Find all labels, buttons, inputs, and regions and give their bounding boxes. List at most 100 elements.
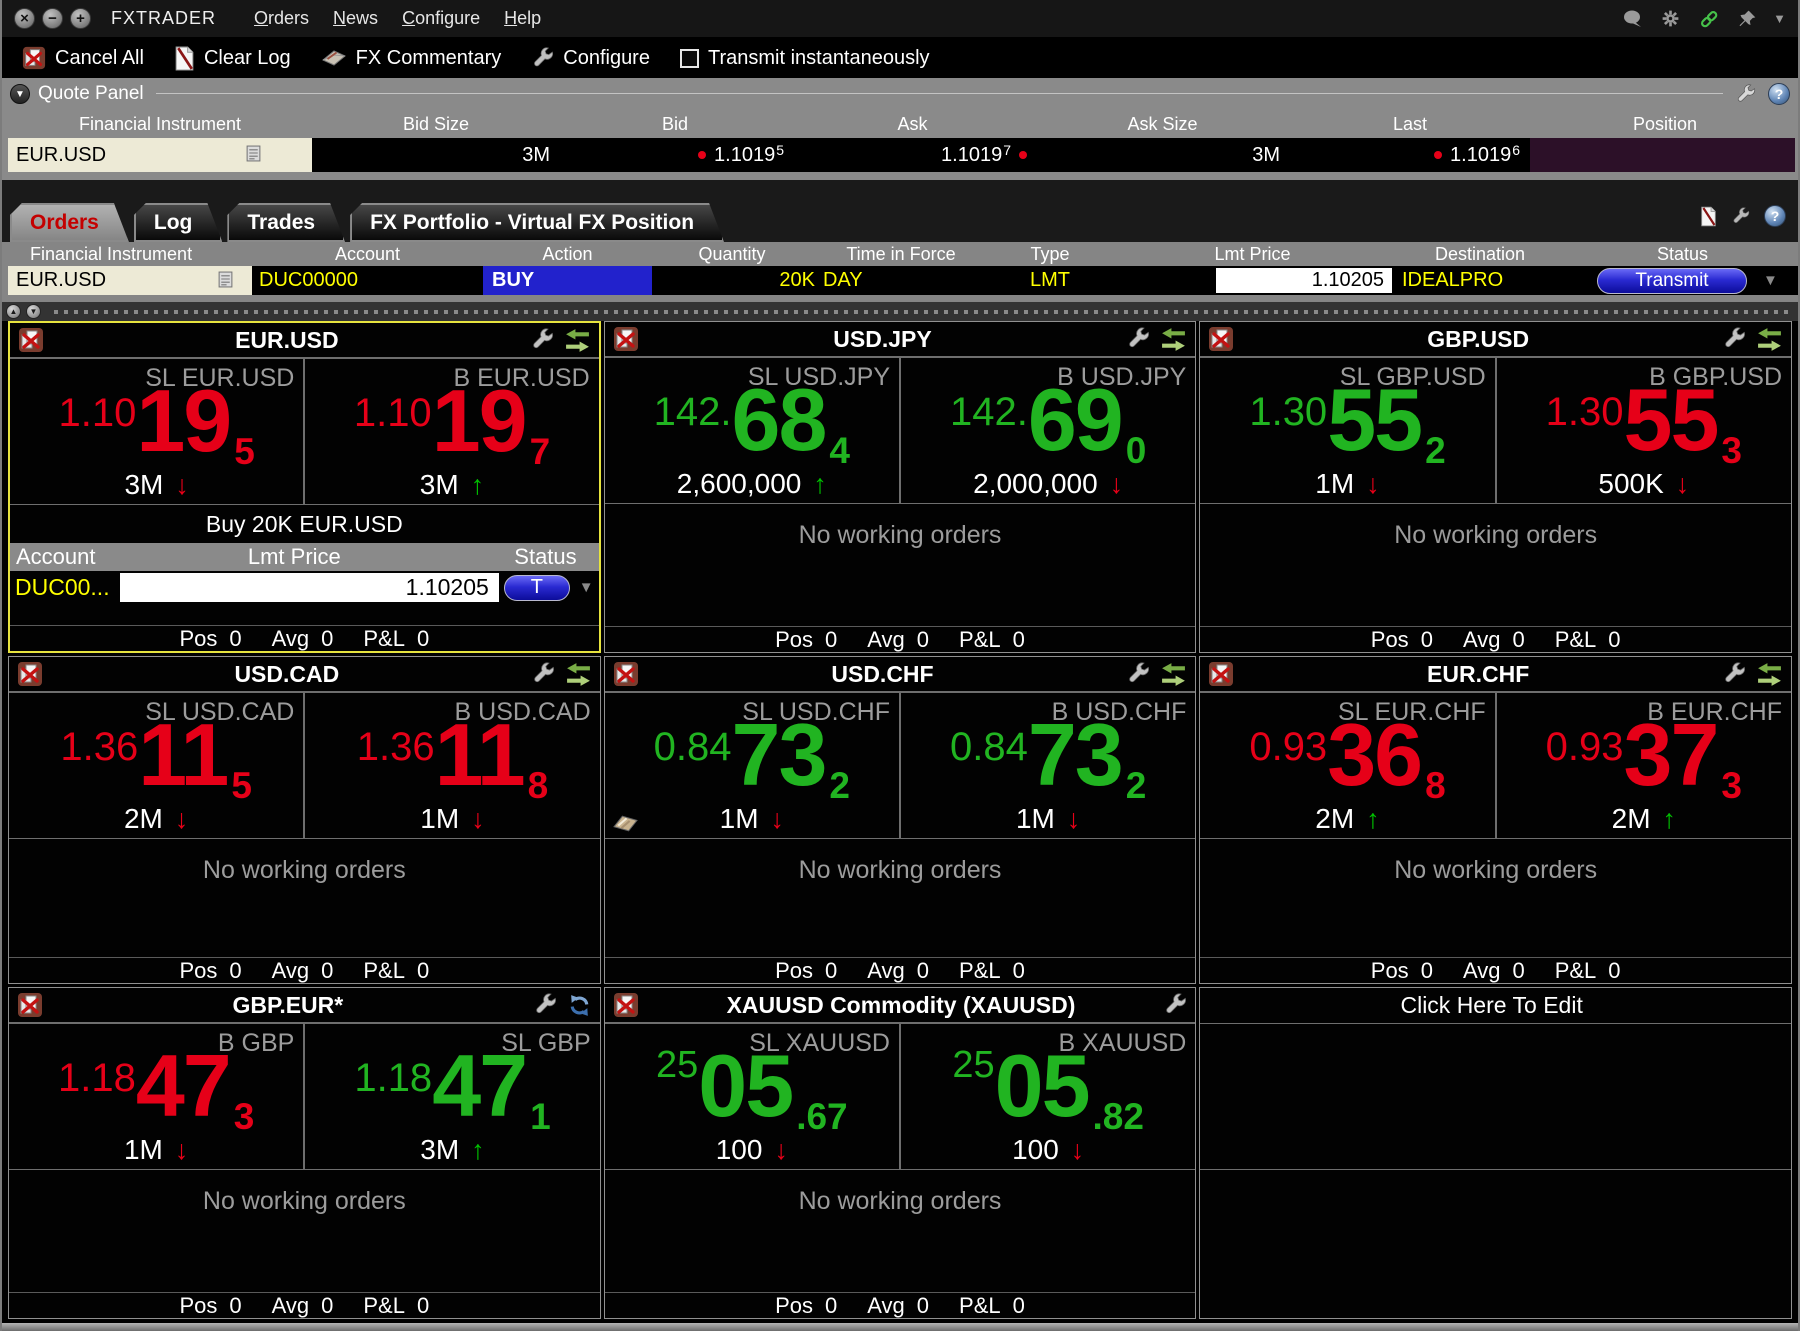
swap-arrows-icon[interactable] (565, 662, 592, 687)
transmit-instantaneously-toggle[interactable]: Transmit instantaneously (668, 41, 942, 75)
status-dropdown-caret[interactable]: ▼ (1763, 272, 1778, 289)
quote-ask-size-cell[interactable]: 3M (1035, 138, 1290, 172)
wrench-icon[interactable] (1126, 662, 1150, 686)
order-action-cell[interactable]: BUY (483, 266, 652, 295)
size-row: 2,600,000 ↑ (677, 468, 827, 500)
price-cell[interactable]: B GBP.USD 1.30 55 3 500K ↓ (1495, 358, 1791, 503)
expand-down-button[interactable]: ▼ (26, 304, 41, 319)
menu-news[interactable]: News (321, 5, 390, 32)
swap-arrows-icon[interactable] (1756, 327, 1783, 352)
panel-wrench-icon[interactable] (1735, 84, 1756, 105)
minimize-window-button[interactable]: − (42, 8, 63, 29)
cancel-all-button[interactable]: Cancel All (10, 41, 156, 75)
splitter-bar[interactable]: ▲ ▼ (0, 302, 1800, 321)
swap-arrows-icon[interactable] (564, 328, 591, 353)
expand-up-button[interactable]: ▲ (6, 304, 21, 319)
price-cell[interactable]: B USD.CHF 0.84 73 2 1M ↓ (899, 693, 1195, 838)
swap-arrows-icon[interactable] (1756, 662, 1783, 687)
cancel-orders-icon[interactable] (613, 992, 639, 1018)
price-cell[interactable]: B GBP 1.18 47 3 1M ↓ (9, 1024, 303, 1169)
price-cell[interactable]: SL GBP.USD 1.30 55 2 1M ↓ (1200, 358, 1494, 503)
wrench-icon[interactable] (533, 993, 557, 1017)
lmt-price-input[interactable]: 1.10205 (1216, 268, 1392, 293)
wrench-icon[interactable] (1722, 327, 1746, 351)
chat-icon[interactable] (1622, 9, 1644, 29)
price-cell[interactable]: SL USD.CAD 1.36 11 5 2M ↓ (9, 693, 303, 838)
size-row: 1M ↓ (1016, 803, 1080, 835)
transmit-button[interactable]: Transmit (1597, 268, 1747, 294)
toolbar: Cancel All Clear Log FX Commentary Confi… (0, 38, 1800, 78)
cancel-orders-icon[interactable] (1208, 326, 1234, 352)
transmit-label: Transmit instantaneously (708, 47, 930, 70)
order-lmt-price-input[interactable]: 1.10205 (120, 573, 499, 602)
tab-orders[interactable]: Orders (10, 203, 129, 242)
price-cell[interactable]: SL XAUUSD 25 05 .67 100 ↓ (605, 1024, 899, 1169)
collapse-panel-button[interactable]: ▼ (10, 84, 30, 104)
quote-bid-size-cell[interactable]: 3M (312, 138, 560, 172)
fx-tile[interactable]: Click Here To Edit (1199, 987, 1792, 1319)
price-cell[interactable]: B USD.CAD 1.36 11 8 1M ↓ (303, 693, 599, 838)
configure-button[interactable]: Configure (519, 41, 662, 75)
cancel-orders-icon[interactable] (18, 327, 44, 353)
wrench-icon[interactable] (1731, 207, 1750, 226)
price-cell[interactable]: SL USD.CHF 0.84 73 2 1M ↓ (605, 693, 899, 838)
tab-log[interactable]: Log (134, 203, 222, 242)
order-destination-cell[interactable]: IDEALPRO (1395, 266, 1565, 295)
clear-log-button[interactable]: Clear Log (162, 41, 303, 75)
order-instrument-cell[interactable]: EUR.USD (8, 266, 252, 295)
menu-help[interactable]: Help (492, 5, 553, 32)
avg-label: Avg (272, 1293, 310, 1319)
fx-commentary-button[interactable]: FX Commentary (309, 41, 514, 75)
quote-last-cell[interactable]: 1.10196 (1290, 138, 1530, 172)
order-quantity-tif-cell[interactable]: 20K DAY (652, 266, 990, 295)
cancel-orders-icon[interactable] (613, 326, 639, 352)
wrench-icon[interactable] (1126, 327, 1150, 351)
quote-ask-cell[interactable]: 1.10197 (790, 138, 1035, 172)
swap-arrows-icon[interactable] (1160, 662, 1187, 687)
help-icon[interactable]: ? (1768, 83, 1790, 105)
price-cell[interactable]: SL GBP 1.18 47 1 3M ↑ (303, 1024, 599, 1169)
tile-header: Click Here To Edit (1200, 988, 1791, 1024)
price-cell[interactable]: B USD.JPY 142. 69 0 2,000,000 ↓ (899, 358, 1195, 503)
price-cell[interactable]: SL EUR.CHF 0.93 36 8 2M ↑ (1200, 693, 1494, 838)
price-cell[interactable]: B XAUUSD 25 05 .82 100 ↓ (899, 1024, 1195, 1169)
maximize-window-button[interactable]: + (70, 8, 91, 29)
price-cell[interactable]: B EUR.USD 1.10 19 7 3M ↑ (303, 359, 598, 504)
cancel-orders-icon[interactable] (613, 661, 639, 687)
price-cell[interactable]: B EUR.CHF 0.93 37 3 2M ↑ (1495, 693, 1791, 838)
close-window-button[interactable]: × (14, 8, 35, 29)
price-value: 25 05 .82 (952, 1046, 1144, 1134)
order-type-cell[interactable]: LMT (990, 266, 1110, 295)
link-icon[interactable] (1697, 8, 1721, 30)
wrench-icon[interactable] (530, 328, 554, 352)
order-account-cell[interactable]: DUC00000 (252, 266, 483, 295)
price-cell-label: SL XAUUSD (749, 1029, 890, 1058)
price-cell[interactable]: SL EUR.USD 1.10 19 5 3M ↓ (10, 359, 303, 504)
help-icon[interactable]: ? (1764, 205, 1786, 227)
tile-grid: EUR.USD SL EUR.USD 1.10 19 5 (0, 321, 1800, 1319)
clear-log-icon[interactable] (1700, 206, 1717, 227)
chevron-down-icon[interactable]: ▼ (1773, 11, 1786, 26)
gear-icon[interactable] (1660, 8, 1681, 29)
cancel-orders-icon[interactable] (17, 992, 43, 1018)
refresh-icon[interactable] (567, 993, 592, 1018)
tab-trades[interactable]: Trades (227, 203, 345, 242)
status-dropdown-caret[interactable]: ▼ (579, 579, 594, 596)
menu-configure[interactable]: Configure (390, 5, 492, 32)
pin-icon[interactable] (1737, 9, 1757, 29)
cancel-orders-icon[interactable] (1208, 661, 1234, 687)
wrench-icon[interactable] (1722, 662, 1746, 686)
menu-orders[interactable]: Orders (242, 5, 321, 32)
order-status-pill[interactable]: T (504, 575, 570, 601)
quote-instrument-cell[interactable]: EUR.USD (8, 138, 312, 172)
splitter-handle[interactable] (54, 310, 1794, 314)
wrench-icon[interactable] (531, 662, 555, 686)
price-cell[interactable]: SL USD.JPY 142. 68 4 2,600,000 ↑ (605, 358, 899, 503)
pos-value: 0 (825, 958, 837, 984)
cancel-orders-icon[interactable] (17, 661, 43, 687)
wrench-icon[interactable] (1163, 993, 1187, 1017)
trend-arrow-icon: ↓ (1110, 469, 1124, 500)
quote-bid-cell[interactable]: 1.10195 (560, 138, 790, 172)
tab-fx-portfolio[interactable]: FX Portfolio - Virtual FX Position (350, 203, 724, 242)
swap-arrows-icon[interactable] (1160, 327, 1187, 352)
